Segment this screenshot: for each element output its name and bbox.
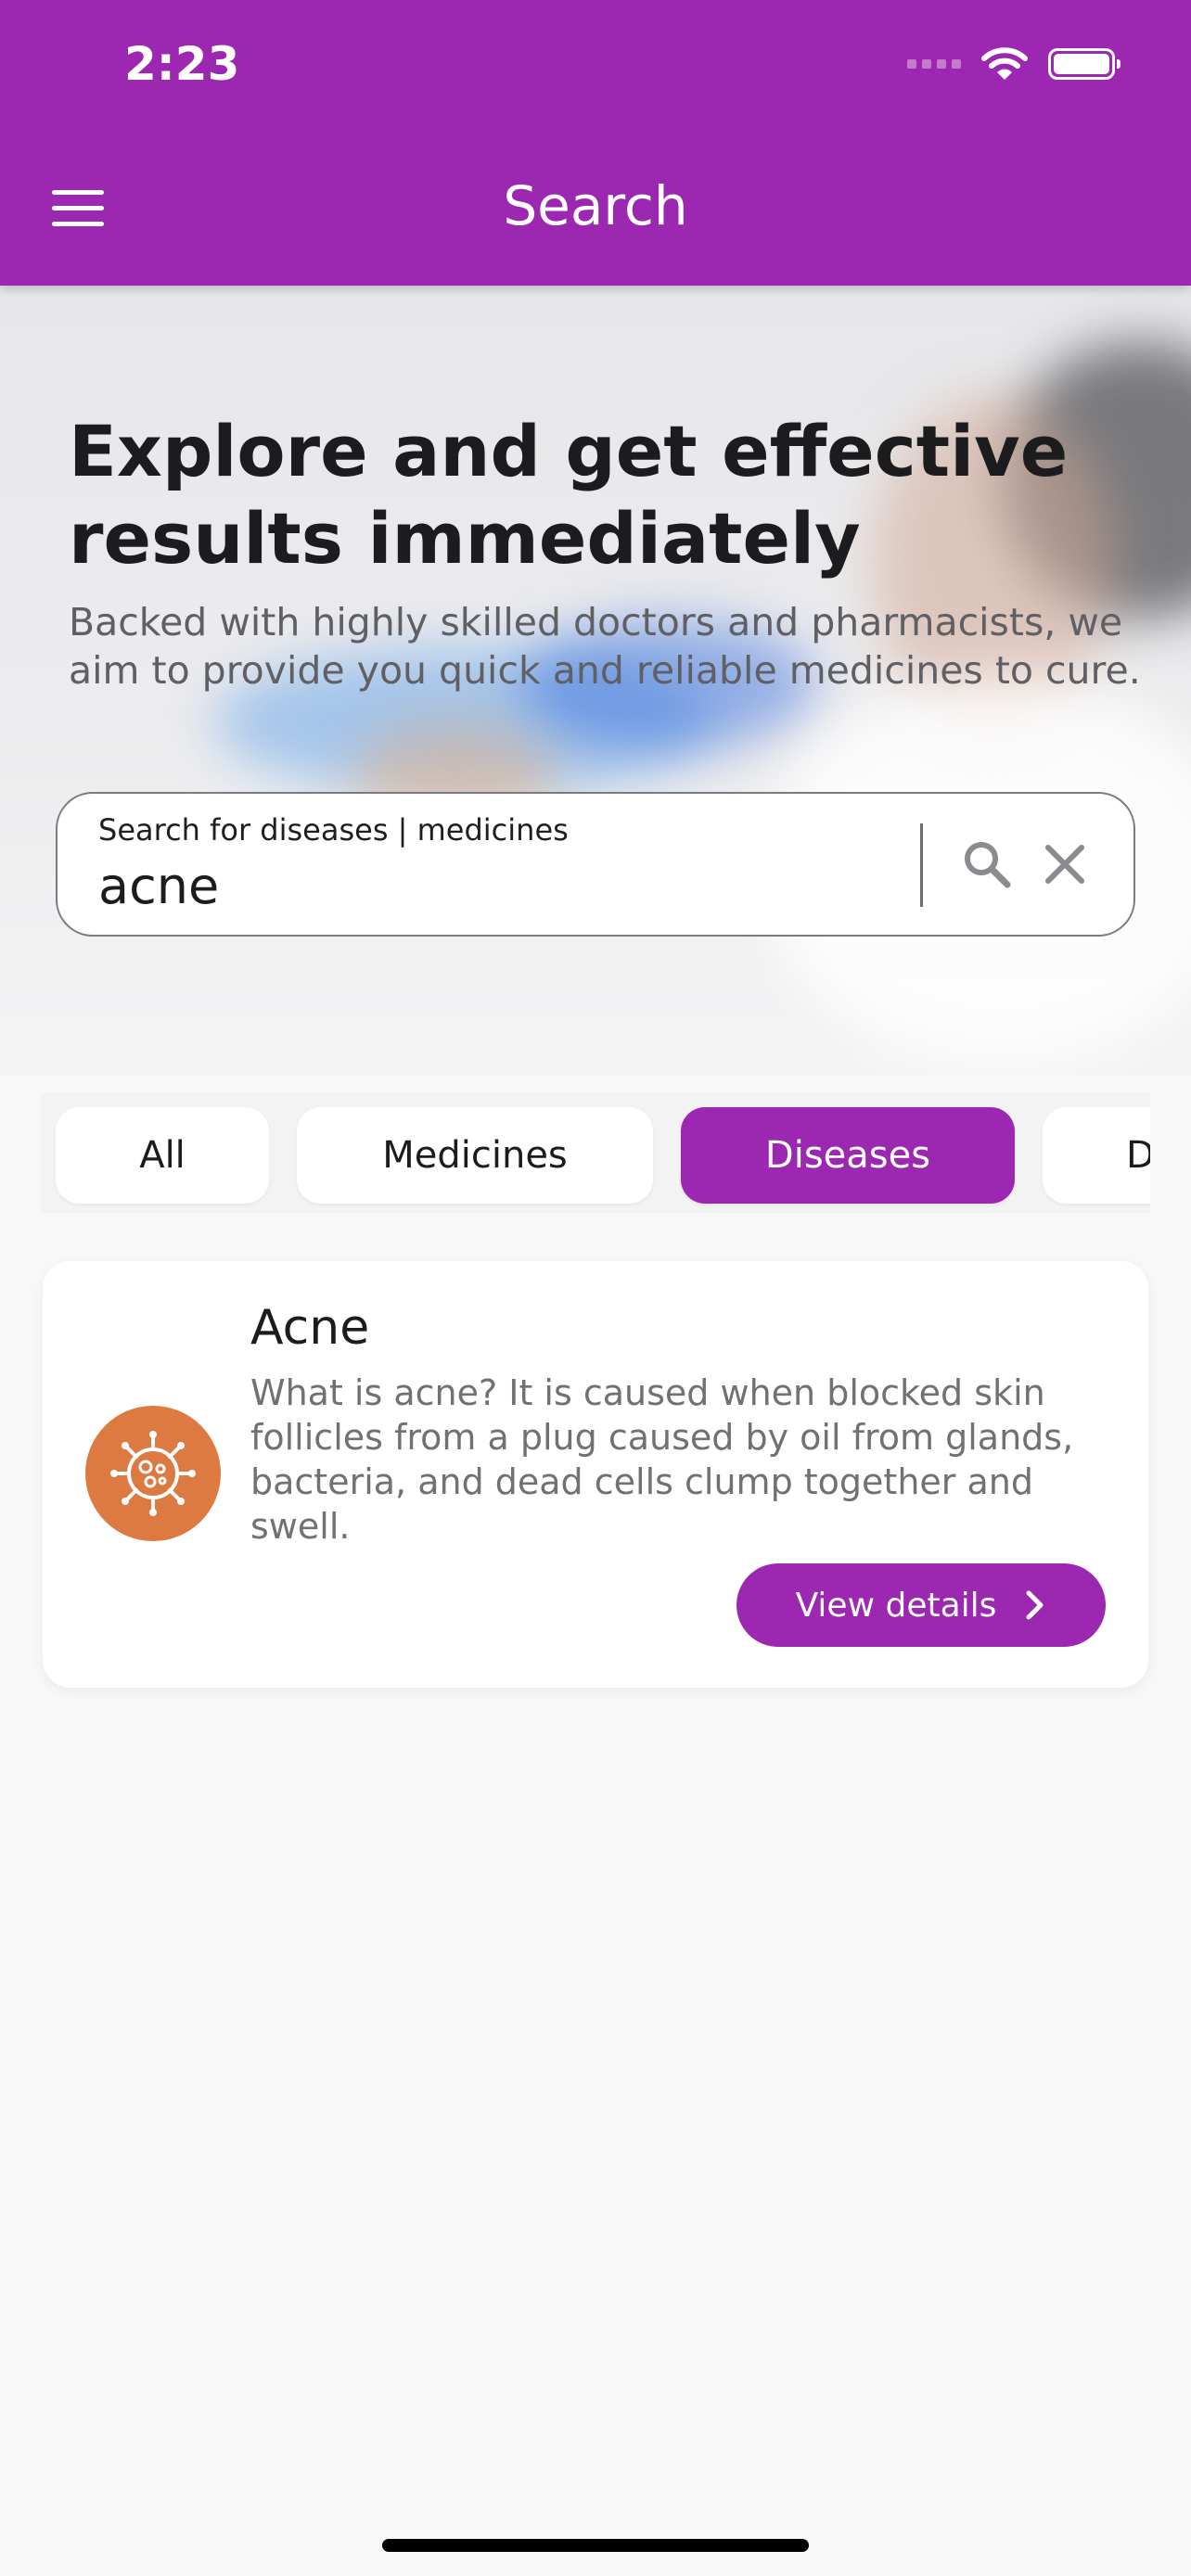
- hero-heading: Explore and get effective results immedi…: [69, 410, 1069, 580]
- hero-subtitle: Backed with highly skilled doctors and p…: [69, 600, 1141, 693]
- chevron-right-icon: [1026, 1590, 1044, 1620]
- app-bar: 2:23 Search: [0, 0, 1191, 286]
- search-label: Search for diseases | medicines: [98, 812, 569, 848]
- search-icon[interactable]: [959, 836, 1015, 892]
- chip-partial[interactable]: D: [1043, 1107, 1150, 1204]
- result-card: Acne What is acne? It is caused when blo…: [43, 1261, 1148, 1688]
- status-icons: [907, 46, 1121, 82]
- view-details-button[interactable]: View details: [736, 1563, 1106, 1647]
- virus-icon: [85, 1406, 221, 1541]
- chip-medicines[interactable]: Medicines: [297, 1107, 653, 1204]
- chip-diseases[interactable]: Diseases: [681, 1107, 1015, 1204]
- search-divider: [920, 823, 923, 907]
- clear-icon[interactable]: [1039, 838, 1091, 890]
- search-box: Search for diseases | medicines: [56, 792, 1135, 937]
- battery-icon: [1048, 48, 1121, 80]
- result-title: Acne: [250, 1300, 370, 1356]
- home-indicator: [382, 2539, 809, 2552]
- result-description: What is acne? It is caused when blocked …: [250, 1372, 1074, 1547]
- cellular-signal-icon: [907, 59, 961, 69]
- filter-chips: All Medicines Diseases D: [41, 1092, 1150, 1213]
- search-input[interactable]: [98, 857, 915, 915]
- status-time: 2:23: [124, 37, 240, 91]
- wifi-icon: [981, 47, 1028, 80]
- page-title: Search: [503, 174, 688, 237]
- chip-all[interactable]: All: [56, 1107, 269, 1204]
- view-details-label: View details: [795, 1586, 997, 1625]
